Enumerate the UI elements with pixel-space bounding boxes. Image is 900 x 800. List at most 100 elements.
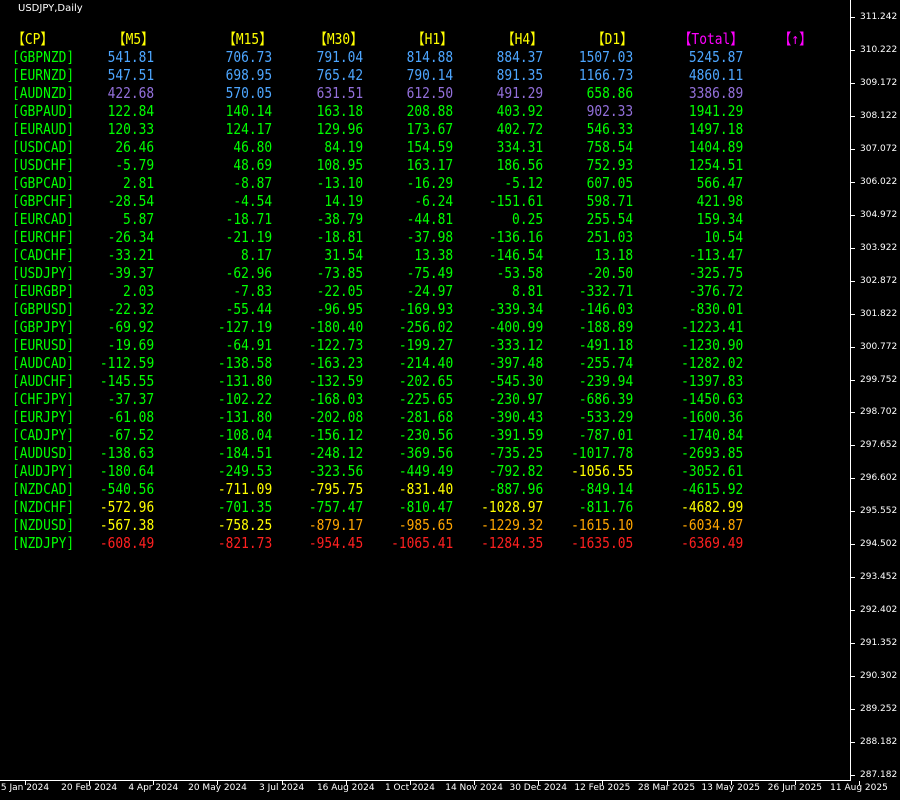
value-m5: -33.21 bbox=[107, 246, 154, 264]
value-total: 566.47 bbox=[696, 174, 743, 192]
value-total: 421.98 bbox=[696, 192, 743, 210]
header-m5: 【M5】 bbox=[112, 30, 154, 48]
value-h1: -199.27 bbox=[398, 336, 453, 354]
price-axis-tick bbox=[851, 346, 855, 348]
value-h1: -256.02 bbox=[398, 318, 453, 336]
price-axis-label: 308.122 bbox=[860, 110, 898, 121]
value-m15: 698.95 bbox=[225, 66, 272, 84]
value-h1: -6.24 bbox=[414, 192, 453, 210]
price-axis-label: 289.252 bbox=[860, 704, 898, 715]
price-axis-label: 311.242 bbox=[860, 12, 898, 22]
price-axis-tick bbox=[851, 379, 855, 381]
value-d1: -146.03 bbox=[578, 300, 633, 318]
value-d1: -811.76 bbox=[578, 498, 633, 516]
value-m15: -4.54 bbox=[233, 192, 272, 210]
pair-label: [CHFJPY] bbox=[12, 390, 75, 408]
value-m5: -26.34 bbox=[107, 228, 154, 246]
value-total: 1404.89 bbox=[688, 138, 743, 156]
value-d1: 902.33 bbox=[586, 102, 633, 120]
header-m30: 【M30】 bbox=[313, 30, 363, 48]
header-sort: 【↑】 bbox=[778, 30, 812, 48]
value-m5: -67.52 bbox=[107, 426, 154, 444]
header-h1: 【H1】 bbox=[411, 30, 453, 48]
value-h1: -214.40 bbox=[398, 354, 453, 372]
price-axis-label: 293.452 bbox=[860, 572, 898, 583]
value-m15: 48.69 bbox=[233, 156, 272, 174]
value-total: -113.47 bbox=[688, 246, 743, 264]
value-m30: -168.03 bbox=[308, 390, 363, 408]
price-axis-label: 304.972 bbox=[860, 209, 898, 220]
value-total: 159.34 bbox=[696, 210, 743, 228]
value-m30: 14.19 bbox=[324, 192, 363, 210]
price-axis-label: 298.702 bbox=[860, 407, 898, 418]
chart-title: USDJPY,Daily bbox=[18, 3, 83, 14]
value-m15: -711.09 bbox=[217, 480, 272, 498]
value-m30: 129.96 bbox=[316, 120, 363, 138]
value-total: 1497.18 bbox=[688, 120, 743, 138]
price-axis-label: 303.922 bbox=[860, 242, 898, 253]
value-m30: -163.23 bbox=[308, 354, 363, 372]
value-h4: -735.25 bbox=[488, 444, 543, 462]
price-axis-label: 307.072 bbox=[860, 143, 898, 154]
value-h4: -146.54 bbox=[488, 246, 543, 264]
price-axis-label: 297.652 bbox=[860, 440, 898, 451]
value-h1: -230.56 bbox=[398, 426, 453, 444]
time-axis-label: 14 Nov 2024 bbox=[445, 783, 503, 793]
price-axis-label: 294.502 bbox=[860, 539, 898, 550]
price-axis-label: 291.352 bbox=[860, 638, 898, 649]
value-m15: -249.53 bbox=[217, 462, 272, 480]
value-total: -6369.49 bbox=[680, 534, 743, 552]
value-h4: -391.59 bbox=[488, 426, 543, 444]
price-axis-label: 296.602 bbox=[860, 473, 898, 484]
value-m5: 122.84 bbox=[107, 102, 154, 120]
pair-label: [AUDNZD] bbox=[12, 84, 75, 102]
value-h4: -400.99 bbox=[488, 318, 543, 336]
price-axis-label: 299.752 bbox=[860, 374, 898, 385]
price-axis-tick bbox=[851, 445, 855, 447]
value-m30: 84.19 bbox=[324, 138, 363, 156]
value-h1: 208.88 bbox=[406, 102, 453, 120]
value-m15: -8.87 bbox=[233, 174, 272, 192]
value-h1: -985.65 bbox=[398, 516, 453, 534]
value-h1: -75.49 bbox=[406, 264, 453, 282]
value-m15: -131.80 bbox=[217, 372, 272, 390]
pair-label: [EURCAD] bbox=[12, 210, 75, 228]
value-h1: 13.38 bbox=[414, 246, 453, 264]
value-h1: -37.98 bbox=[406, 228, 453, 246]
pair-label: [EURAUD] bbox=[12, 120, 75, 138]
price-axis-tick bbox=[851, 82, 855, 84]
header-total: 【Total】 bbox=[678, 30, 743, 48]
value-h4: 884.37 bbox=[496, 48, 543, 66]
value-d1: -1056.55 bbox=[570, 462, 633, 480]
value-m30: -757.47 bbox=[308, 498, 363, 516]
value-h4: -390.43 bbox=[488, 408, 543, 426]
price-axis-label: 292.402 bbox=[860, 605, 898, 616]
value-m5: 2.81 bbox=[122, 174, 154, 192]
price-axis-label: 302.872 bbox=[860, 275, 898, 286]
pair-label: [EURJPY] bbox=[12, 408, 75, 426]
value-h1: 612.50 bbox=[406, 84, 453, 102]
value-m5: 2.03 bbox=[122, 282, 154, 300]
value-m5: -572.96 bbox=[99, 498, 154, 516]
value-total: -4615.92 bbox=[680, 480, 743, 498]
pair-label: [GBPAUD] bbox=[12, 102, 75, 120]
time-axis-label: 3 Jul 2024 bbox=[259, 783, 305, 793]
value-m30: -96.95 bbox=[316, 300, 363, 318]
value-total: -376.72 bbox=[688, 282, 743, 300]
price-axis-label: 310.222 bbox=[860, 44, 898, 55]
value-h4: 891.35 bbox=[496, 66, 543, 84]
value-m5: -61.08 bbox=[107, 408, 154, 426]
value-m15: 570.05 bbox=[225, 84, 272, 102]
price-axis-tick bbox=[851, 412, 855, 414]
pair-label: [AUDCAD] bbox=[12, 354, 75, 372]
pair-label: [GBPUSD] bbox=[12, 300, 75, 318]
price-axis-tick bbox=[851, 280, 855, 282]
value-total: -325.75 bbox=[688, 264, 743, 282]
price-axis-tick bbox=[851, 775, 855, 776]
value-m30: -323.56 bbox=[308, 462, 363, 480]
time-axis-label: 11 Aug 2025 bbox=[830, 783, 888, 793]
value-m15: -102.22 bbox=[217, 390, 272, 408]
value-m30: 765.42 bbox=[316, 66, 363, 84]
price-axis-tick bbox=[851, 709, 855, 711]
value-total: 5245.87 bbox=[688, 48, 743, 66]
